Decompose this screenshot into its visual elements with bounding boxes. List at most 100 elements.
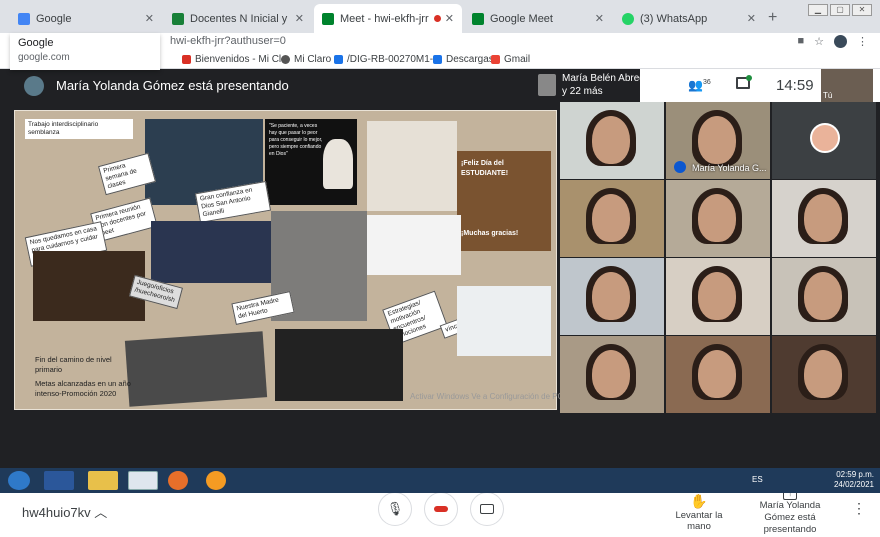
- self-view-tile[interactable]: Tú: [821, 69, 873, 102]
- meet-top-bar: María Yolanda Gómez está presentando Mar…: [0, 69, 880, 102]
- tab-google[interactable]: Google ✕: [10, 4, 162, 33]
- slide-photo-pope: "Se paciente, a veces hay que pasar lo p…: [265, 119, 357, 205]
- meet-stage: María Yolanda Gómez está presentando Mar…: [0, 69, 880, 537]
- participant-face: [804, 272, 842, 320]
- menu-kebab-icon[interactable]: ⋮: [857, 35, 868, 48]
- participant-tile[interactable]: [560, 258, 664, 335]
- participant-tile[interactable]: [666, 258, 770, 335]
- profile-avatar[interactable]: [834, 35, 847, 48]
- bookmark-mi-claro[interactable]: Mi Claro: [281, 54, 331, 65]
- slide-photo-grid-dark: [275, 329, 403, 401]
- participant-face: [698, 272, 736, 320]
- bookmark-bienvenidos[interactable]: Bienvenidos - Mi Cl...: [182, 54, 289, 65]
- word-taskbar-icon[interactable]: [44, 471, 74, 490]
- close-tab-icon[interactable]: ✕: [295, 12, 304, 25]
- close-tab-icon[interactable]: ✕: [445, 12, 454, 25]
- microphone-button[interactable]: 🎙: [378, 492, 412, 526]
- participant-tile[interactable]: [560, 180, 664, 257]
- language-indicator[interactable]: ES: [752, 475, 763, 484]
- bookmark-gmail[interactable]: Gmail: [491, 54, 530, 65]
- participant-tile[interactable]: [560, 102, 664, 179]
- camera-button[interactable]: [470, 492, 504, 526]
- tray-clock[interactable]: 02:59 p.m. 24/02/2021: [834, 470, 874, 490]
- slide-photo-collage: [367, 121, 457, 211]
- browser-tab-strip: Google ✕ Docentes N Inicial y Primario T…: [0, 0, 880, 33]
- recording-dot-icon: [433, 15, 441, 22]
- participant-face: [592, 272, 630, 320]
- meeting-code[interactable]: hw4huio7kv ︿: [22, 502, 107, 521]
- slide-poster-estudiante: ¡Feliz Día del ESTUDIANTE! ¡Muchas graci…: [457, 151, 551, 251]
- camera-permission-icon[interactable]: ■: [797, 35, 804, 48]
- minimize-button[interactable]: ▁: [808, 4, 828, 16]
- participant-tile[interactable]: [560, 336, 664, 413]
- close-window-button[interactable]: ✕: [852, 4, 872, 16]
- participant-tile[interactable]: [772, 180, 876, 257]
- omnibox-suggestion[interactable]: Google google.com: [10, 33, 160, 70]
- people-button[interactable]: 👥36: [688, 78, 711, 92]
- participant-face: [592, 116, 630, 164]
- star-icon[interactable]: ☆: [814, 35, 824, 48]
- more-options-icon[interactable]: ⋮: [852, 500, 866, 517]
- tab-google-meet[interactable]: Google Meet ✕: [464, 4, 612, 33]
- camera-icon: [480, 504, 494, 514]
- microphone-icon: 🎙: [386, 501, 404, 516]
- firefox-taskbar-icon[interactable]: [168, 471, 188, 490]
- meet-top-controls: 👥36 14:59 Tú: [640, 69, 880, 102]
- participant-face: [804, 350, 842, 398]
- bookmark-dig[interactable]: /DIG-RB-00270M1-...: [334, 54, 441, 65]
- start-button[interactable]: [8, 471, 30, 490]
- close-tab-icon[interactable]: ✕: [747, 12, 756, 25]
- chrome-taskbar-icon[interactable]: [128, 471, 158, 490]
- windows-taskbar: ES 02:59 p.m. 24/02/2021: [0, 468, 880, 493]
- tab-meet-active[interactable]: Meet - hwi-ekfh-jrr ✕: [314, 4, 462, 33]
- participant-face: [698, 194, 736, 242]
- slide-footer-metas: Metas alcanzadas en un año intenso-Promo…: [35, 379, 131, 398]
- participant-face: [698, 350, 736, 398]
- url-text[interactable]: hwi-ekfh-jrr?authuser=0: [170, 35, 286, 47]
- maximize-button[interactable]: ▢: [830, 4, 850, 16]
- hand-icon: ✋: [690, 493, 708, 509]
- slide-photo-screenshot-2: [457, 286, 551, 356]
- slide-photo-class-grid: [124, 331, 268, 407]
- slide-photo-screenshot: [367, 215, 461, 275]
- close-tab-icon[interactable]: ✕: [595, 12, 604, 25]
- globe-icon: [281, 55, 290, 64]
- meeting-clock: 14:59: [776, 77, 814, 94]
- meet-favicon-icon: [322, 12, 334, 25]
- slide-photo-candle: [33, 251, 145, 321]
- slide-label-trabajo: Trabajo interdisciplinario semblanza: [25, 119, 133, 139]
- raise-hand-button[interactable]: ✋ Levantar la mano: [664, 493, 734, 532]
- participant-tile[interactable]: [666, 180, 770, 257]
- slide-footer-fin: Fin del camino de nivel primario: [35, 355, 112, 374]
- new-tab-button[interactable]: +: [768, 9, 777, 27]
- presenter-avatar: [24, 76, 44, 96]
- explorer-taskbar-icon[interactable]: [88, 471, 118, 490]
- classroom-favicon-icon: [172, 12, 184, 25]
- presenting-status-button[interactable]: ↑ María Yolanda Gómez está presentando: [744, 488, 836, 536]
- slide-photo-meet-grid: [151, 221, 271, 283]
- participant-thumbnail[interactable]: [538, 74, 556, 96]
- participant-name: María Yolanda G...: [692, 163, 767, 173]
- chat-notification-dot: [746, 75, 752, 81]
- hang-up-button[interactable]: [424, 492, 458, 526]
- gmail-icon: [491, 55, 500, 64]
- participant-tile[interactable]: [772, 336, 876, 413]
- close-tab-icon[interactable]: ✕: [145, 12, 154, 25]
- participant-tile[interactable]: [772, 258, 876, 335]
- google-favicon-icon: [18, 12, 30, 25]
- chevron-up-icon[interactable]: ︿: [94, 505, 107, 520]
- bookmark-descargas[interactable]: Descargas: [433, 54, 494, 65]
- app-taskbar-icon[interactable]: [206, 471, 226, 490]
- toolbar-icons: ■ ☆ ⋮: [797, 35, 868, 48]
- claro-favicon-icon: [182, 55, 191, 64]
- tab-whatsapp[interactable]: (3) WhatsApp ✕: [614, 4, 764, 33]
- meet-favicon-icon: [472, 12, 484, 25]
- presentation-slide: Trabajo interdisciplinario semblanza "Se…: [14, 110, 557, 410]
- tab-docentes[interactable]: Docentes N Inicial y Primario TC ✕: [164, 4, 312, 33]
- participant-tile-pinned[interactable]: María Yolanda G...: [666, 102, 770, 179]
- participant-tile[interactable]: [666, 336, 770, 413]
- doc-favicon-icon: [334, 55, 343, 64]
- participant-tile[interactable]: [772, 102, 876, 179]
- speaking-indicator-icon: [674, 161, 686, 173]
- phone-hangup-icon: [434, 506, 448, 512]
